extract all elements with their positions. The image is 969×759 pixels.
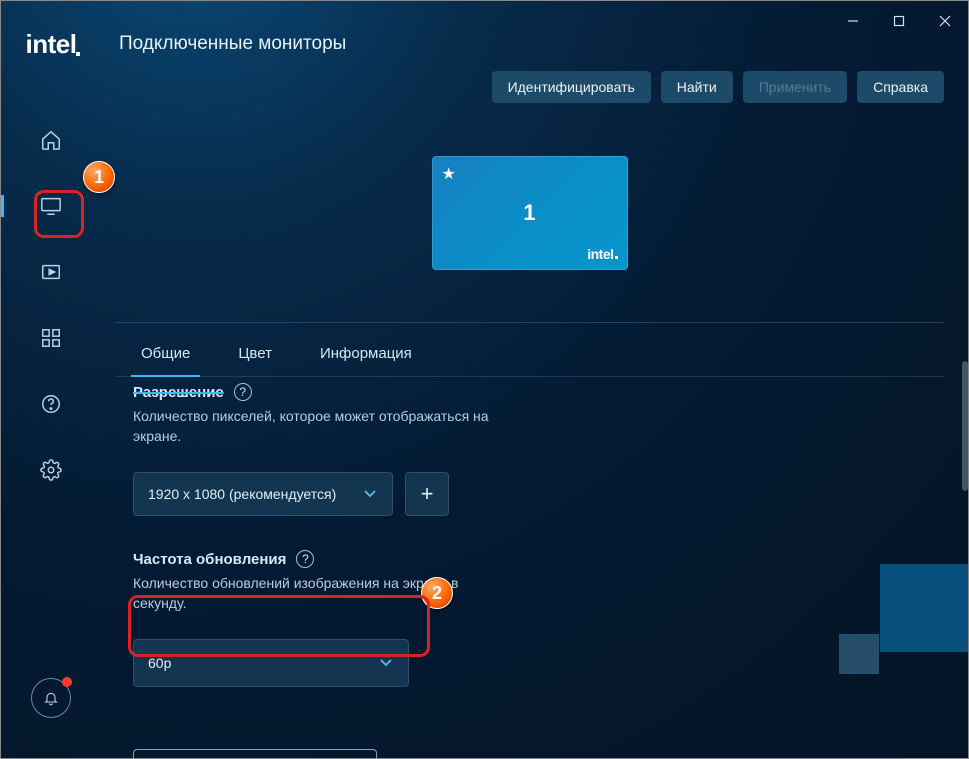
nav-settings[interactable] <box>31 450 71 490</box>
help-icon[interactable]: ? <box>234 383 252 401</box>
nav-help[interactable] <box>31 384 71 424</box>
help-icon[interactable]: ? <box>296 550 314 568</box>
chevron-down-icon <box>362 485 378 504</box>
open-system-settings-button[interactable]: Открыть настройки системы <box>133 749 377 758</box>
help-button[interactable]: Справка <box>857 71 944 103</box>
monitor-number: 1 <box>523 200 535 226</box>
resolution-select[interactable]: 1920 x 1080 (рекомендуется) <box>133 472 393 516</box>
refresh-select[interactable]: 60p <box>133 639 409 687</box>
resolution-description: Количество пикселей, которое может отобр… <box>133 407 513 446</box>
tab-info[interactable]: Информация <box>314 331 418 376</box>
find-button[interactable]: Найти <box>661 71 733 103</box>
tab-general[interactable]: Общие <box>135 331 196 376</box>
chevron-down-icon <box>378 654 394 673</box>
tabs: Общие Цвет Информация <box>115 331 944 377</box>
resolution-value: 1920 x 1080 (рекомендуется) <box>148 486 336 502</box>
refresh-value: 60p <box>148 655 171 671</box>
sidebar: intel <box>1 1 101 758</box>
brand-logo: intel <box>26 29 77 60</box>
monitor-preview-area: ★ 1 intel <box>115 113 944 323</box>
star-icon: ★ <box>442 164 456 184</box>
apply-button: Применить <box>743 71 847 103</box>
minimize-button[interactable] <box>830 6 876 36</box>
page-title: Подключенные мониторы <box>119 33 944 55</box>
tab-content: Разрешение ? Количество пикселей, которо… <box>115 377 944 758</box>
nav-display[interactable] <box>31 186 71 226</box>
close-button[interactable] <box>922 6 968 36</box>
main-content: Подключенные мониторы Идентифицировать Н… <box>101 1 968 758</box>
nav-grid[interactable] <box>31 318 71 358</box>
notification-dot <box>62 677 72 687</box>
monitor-brand: intel <box>587 246 617 262</box>
notifications-button[interactable] <box>31 678 71 718</box>
identify-button[interactable]: Идентифицировать <box>492 71 651 103</box>
tab-color[interactable]: Цвет <box>232 331 278 376</box>
refresh-description: Количество обновлений изображения на экр… <box>133 574 513 613</box>
decorative-square <box>839 634 879 674</box>
decorative-square <box>880 564 968 652</box>
scrollbar[interactable] <box>962 361 968 491</box>
maximize-button[interactable] <box>876 6 922 36</box>
nav-home[interactable] <box>31 120 71 160</box>
refresh-title: Частота обновления <box>133 551 286 568</box>
titlebar <box>830 1 968 41</box>
resolution-title: Разрешение <box>133 384 224 401</box>
monitor-tile-1[interactable]: ★ 1 intel <box>432 156 628 270</box>
add-resolution-button[interactable]: + <box>405 472 449 516</box>
annotation-badge-1: 1 <box>83 161 115 193</box>
nav-video[interactable] <box>31 252 71 292</box>
toolbar: Идентифицировать Найти Применить Справка <box>115 71 944 103</box>
annotation-badge-2: 2 <box>421 577 453 609</box>
